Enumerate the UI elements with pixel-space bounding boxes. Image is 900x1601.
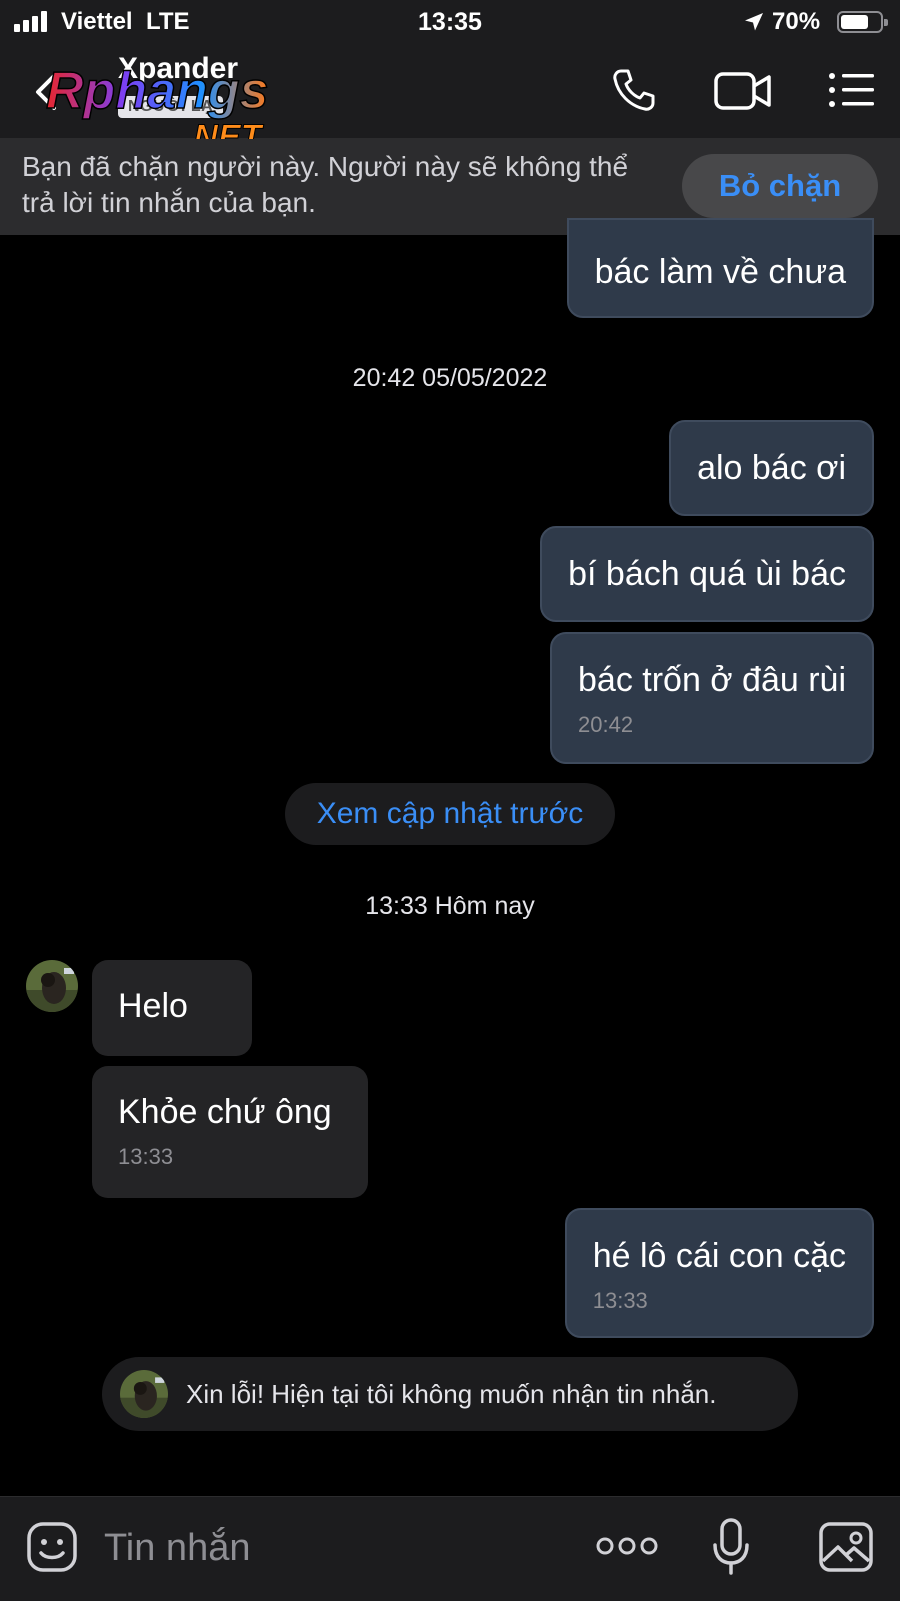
call-icon[interactable] <box>610 66 658 114</box>
message-text: hé lô cái con cặc <box>592 1237 846 1275</box>
battery-percent: 70% <box>772 8 821 35</box>
message-text: alo bác ơi <box>697 449 846 487</box>
sticker-icon[interactable] <box>26 1521 78 1573</box>
avatar-photo <box>26 960 78 1012</box>
auto-reply-text: Xin lỗi! Hiện tại tôi không muốn nhận ti… <box>186 1379 717 1409</box>
more-icon[interactable] <box>596 1535 658 1557</box>
stranger-badge: NGƯỜI LẠ <box>118 96 224 118</box>
message-input[interactable] <box>102 1519 566 1577</box>
blocked-notice-text: Bạn đã chặn người này. Người này sẽ khôn… <box>22 151 629 218</box>
location-arrow-icon <box>745 13 763 31</box>
unblock-button[interactable]: Bỏ chặn <box>682 154 878 218</box>
message-time: 13:33 <box>118 1144 174 1169</box>
date-separator: 13:33 Hôm nay <box>365 892 535 920</box>
message-text: bác trốn ở đâu rùi <box>578 661 846 699</box>
auto-reply-notice: Xin lỗi! Hiện tại tôi không muốn nhận ti… <box>102 1357 798 1431</box>
chat-header: Xpander NGƯỜI LẠ Rphangs .NET <box>0 46 900 156</box>
status-bar: Viettel LTE 13:35 70% <box>0 0 900 46</box>
back-icon[interactable] <box>32 72 60 112</box>
message-time: 13:33 <box>592 1288 648 1313</box>
message-time: 20:42 <box>578 712 634 737</box>
message-bubble[interactable]: alo bác ơi <box>669 420 874 516</box>
message-text: Khỏe chứ ông <box>118 1093 332 1131</box>
message-bubble[interactable]: hé lô cái con cặc 13:33 <box>564 1208 874 1338</box>
message-text: bác làm về chưa <box>594 253 846 291</box>
battery-icon <box>837 11 888 33</box>
contact-avatar <box>120 1370 168 1418</box>
message-bubble[interactable]: bác làm về chưa <box>566 218 874 318</box>
contact-name[interactable]: Xpander <box>118 52 238 86</box>
date-separator: 20:42 05/05/2022 <box>352 364 548 392</box>
message-bubble[interactable]: Khỏe chứ ông 13:33 <box>92 1066 368 1198</box>
message-bubble[interactable]: bác trốn ở đâu rùi 20:42 <box>550 632 874 764</box>
message-text: Helo <box>118 987 188 1025</box>
message-bubble[interactable]: Helo <box>92 960 252 1056</box>
message-text: bí bách quá ùi bác <box>568 555 846 593</box>
message-bubble[interactable]: bí bách quá ùi bác <box>540 526 874 622</box>
view-earlier-updates-button[interactable]: Xem cập nhật trước <box>285 783 615 845</box>
image-icon[interactable] <box>818 1521 874 1573</box>
video-call-icon[interactable] <box>714 70 772 112</box>
mic-icon[interactable] <box>712 1517 750 1577</box>
message-input-bar <box>0 1496 900 1601</box>
avatar-photo <box>120 1370 168 1418</box>
menu-icon[interactable] <box>828 70 876 110</box>
contact-avatar[interactable] <box>26 960 78 1012</box>
